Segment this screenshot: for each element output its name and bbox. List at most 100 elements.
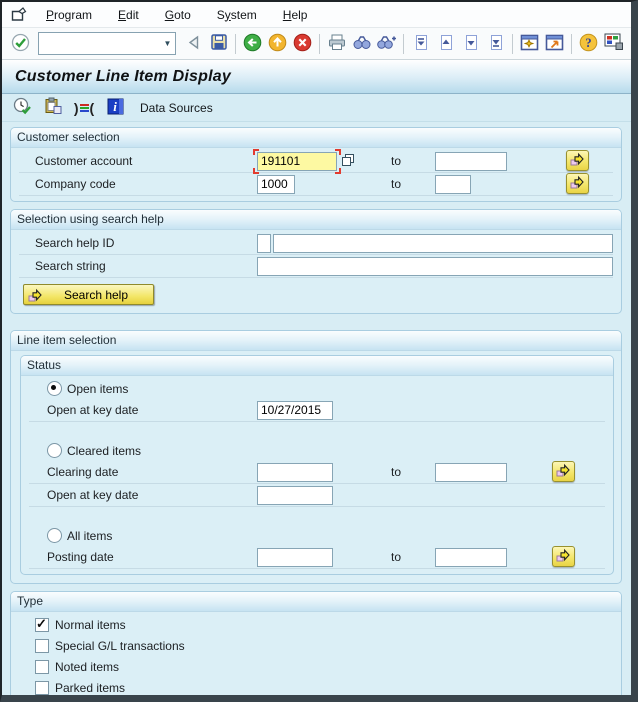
next-page-icon: [463, 34, 479, 54]
clearing-date-multiple-selection-button[interactable]: [552, 461, 575, 482]
dynamic-selections-button[interactable]: ) (: [73, 97, 95, 119]
first-page-button[interactable]: [408, 31, 433, 56]
window-menu-icon[interactable]: [7, 6, 29, 24]
company-code-input[interactable]: [257, 174, 295, 194]
all-items-row: All items: [29, 525, 605, 546]
search-string-label: Search string: [35, 259, 106, 273]
menu-help[interactable]: Help: [270, 5, 321, 25]
menu-program[interactable]: Program: [33, 5, 105, 25]
normal-items-checkbox[interactable]: [35, 616, 49, 632]
menu-edit[interactable]: Edit: [105, 5, 152, 25]
search-help-button[interactable]: Search help: [23, 284, 154, 305]
new-session-button[interactable]: [517, 31, 542, 56]
noted-items-label: Noted items: [55, 659, 120, 674]
toolbar-separator: [319, 33, 320, 54]
cancel-icon: [293, 33, 312, 55]
menu-goto[interactable]: Goto: [152, 5, 204, 25]
customer-selection-section: Customer selection Customer account to: [10, 127, 622, 202]
svg-text:?: ?: [585, 36, 591, 50]
search-help-id-input[interactable]: [257, 233, 271, 253]
noted-items-checkbox[interactable]: [35, 659, 49, 674]
previous-page-button[interactable]: [433, 31, 458, 56]
clearing-date-to-input[interactable]: [435, 462, 507, 482]
posting-date-input[interactable]: [257, 547, 333, 567]
sap-window: Program Edit Goto System Help ▼ ? Custom…: [0, 0, 638, 702]
back-button[interactable]: [240, 31, 265, 56]
cleared-items-radio[interactable]: [47, 443, 62, 458]
multiple-selection-icon: [556, 463, 571, 480]
create-shortcut-button[interactable]: [542, 31, 567, 56]
open-items-row: Open items: [29, 378, 605, 399]
search-help-button-label: Search help: [63, 287, 129, 302]
shortcut-icon: [545, 34, 564, 54]
open-items-label: Open items: [67, 381, 129, 396]
open-items-radio[interactable]: [47, 381, 62, 396]
customer-account-multiple-selection-button[interactable]: [566, 150, 589, 171]
print-button[interactable]: [324, 31, 349, 56]
matchcode-button[interactable]: [339, 153, 356, 170]
menu-bar: Program Edit Goto System Help: [2, 2, 631, 28]
section-title: Line item selection: [11, 331, 621, 351]
dynamic-selections-icon: [79, 103, 89, 112]
to-label: to: [391, 550, 402, 564]
customize-layout-button[interactable]: [601, 31, 626, 56]
company-code-to-input[interactable]: [435, 174, 471, 194]
special-gl-transactions-checkbox[interactable]: [35, 638, 49, 653]
collapse-command-button[interactable]: [181, 31, 206, 56]
customer-account-input[interactable]: [257, 151, 337, 171]
standard-toolbar: ▼ ?: [2, 28, 631, 60]
multiple-selection-icon: [28, 288, 43, 302]
clearing-date-input[interactable]: [257, 462, 333, 482]
to-label: to: [391, 177, 402, 191]
next-page-button[interactable]: [458, 31, 483, 56]
open-at-key-date-label: Open at key date: [47, 403, 139, 417]
data-sources-button[interactable]: Data Sources: [135, 99, 218, 117]
last-page-button[interactable]: [483, 31, 508, 56]
exit-button[interactable]: [265, 31, 290, 56]
previous-page-icon: [438, 34, 454, 54]
find-icon: [353, 35, 371, 53]
customer-account-to-input[interactable]: [435, 151, 507, 171]
get-variant-button[interactable]: [42, 97, 64, 119]
menu-system[interactable]: System: [204, 5, 270, 25]
cleared-open-at-key-date-input[interactable]: [257, 485, 333, 505]
find-button[interactable]: [349, 31, 374, 56]
open-at-key-date-input[interactable]: [257, 400, 333, 420]
enter-button[interactable]: [8, 31, 33, 56]
cancel-button[interactable]: [290, 31, 315, 56]
back-icon: [243, 33, 262, 55]
customer-account-label: Customer account: [35, 154, 133, 168]
command-input[interactable]: [39, 35, 160, 52]
save-button[interactable]: [206, 31, 231, 56]
search-help-id-text-input[interactable]: [273, 233, 613, 253]
cleared-items-label: Cleared items: [67, 443, 142, 458]
normal-items-label: Normal items: [55, 617, 126, 632]
matchcode-icon: [341, 153, 355, 170]
find-next-button[interactable]: [374, 31, 399, 56]
clearing-date-label: Clearing date: [47, 465, 119, 479]
status-section: Status Open items Open at key date Clear…: [20, 355, 614, 575]
command-dropdown-icon[interactable]: ▼: [160, 34, 175, 53]
toolbar-separator: [571, 33, 572, 54]
posting-date-multiple-selection-button[interactable]: [552, 546, 575, 567]
company-code-multiple-selection-button[interactable]: [566, 173, 589, 194]
help-button[interactable]: ?: [576, 31, 601, 56]
execute-button[interactable]: [11, 97, 33, 119]
toolbar-separator: [512, 33, 513, 54]
info-button[interactable]: i: [104, 97, 126, 119]
svg-text:i: i: [113, 99, 117, 114]
search-string-input[interactable]: [257, 256, 613, 276]
posting-date-to-input[interactable]: [435, 547, 507, 567]
parked-items-checkbox[interactable]: [35, 680, 49, 695]
all-items-radio[interactable]: [47, 528, 62, 543]
open-at-key-date-row: Open at key date: [29, 399, 605, 422]
noted-items-row: Noted items: [19, 656, 613, 677]
section-title: Type: [11, 592, 621, 612]
search-help-section: Selection using search help Search help …: [10, 209, 622, 314]
new-session-icon: [520, 34, 539, 54]
multiple-selection-icon: [570, 175, 585, 192]
info-icon: i: [107, 98, 124, 118]
open-at-key-date-label: Open at key date: [47, 488, 139, 502]
get-variant-icon: [44, 97, 63, 118]
posting-date-label: Posting date: [47, 550, 114, 564]
